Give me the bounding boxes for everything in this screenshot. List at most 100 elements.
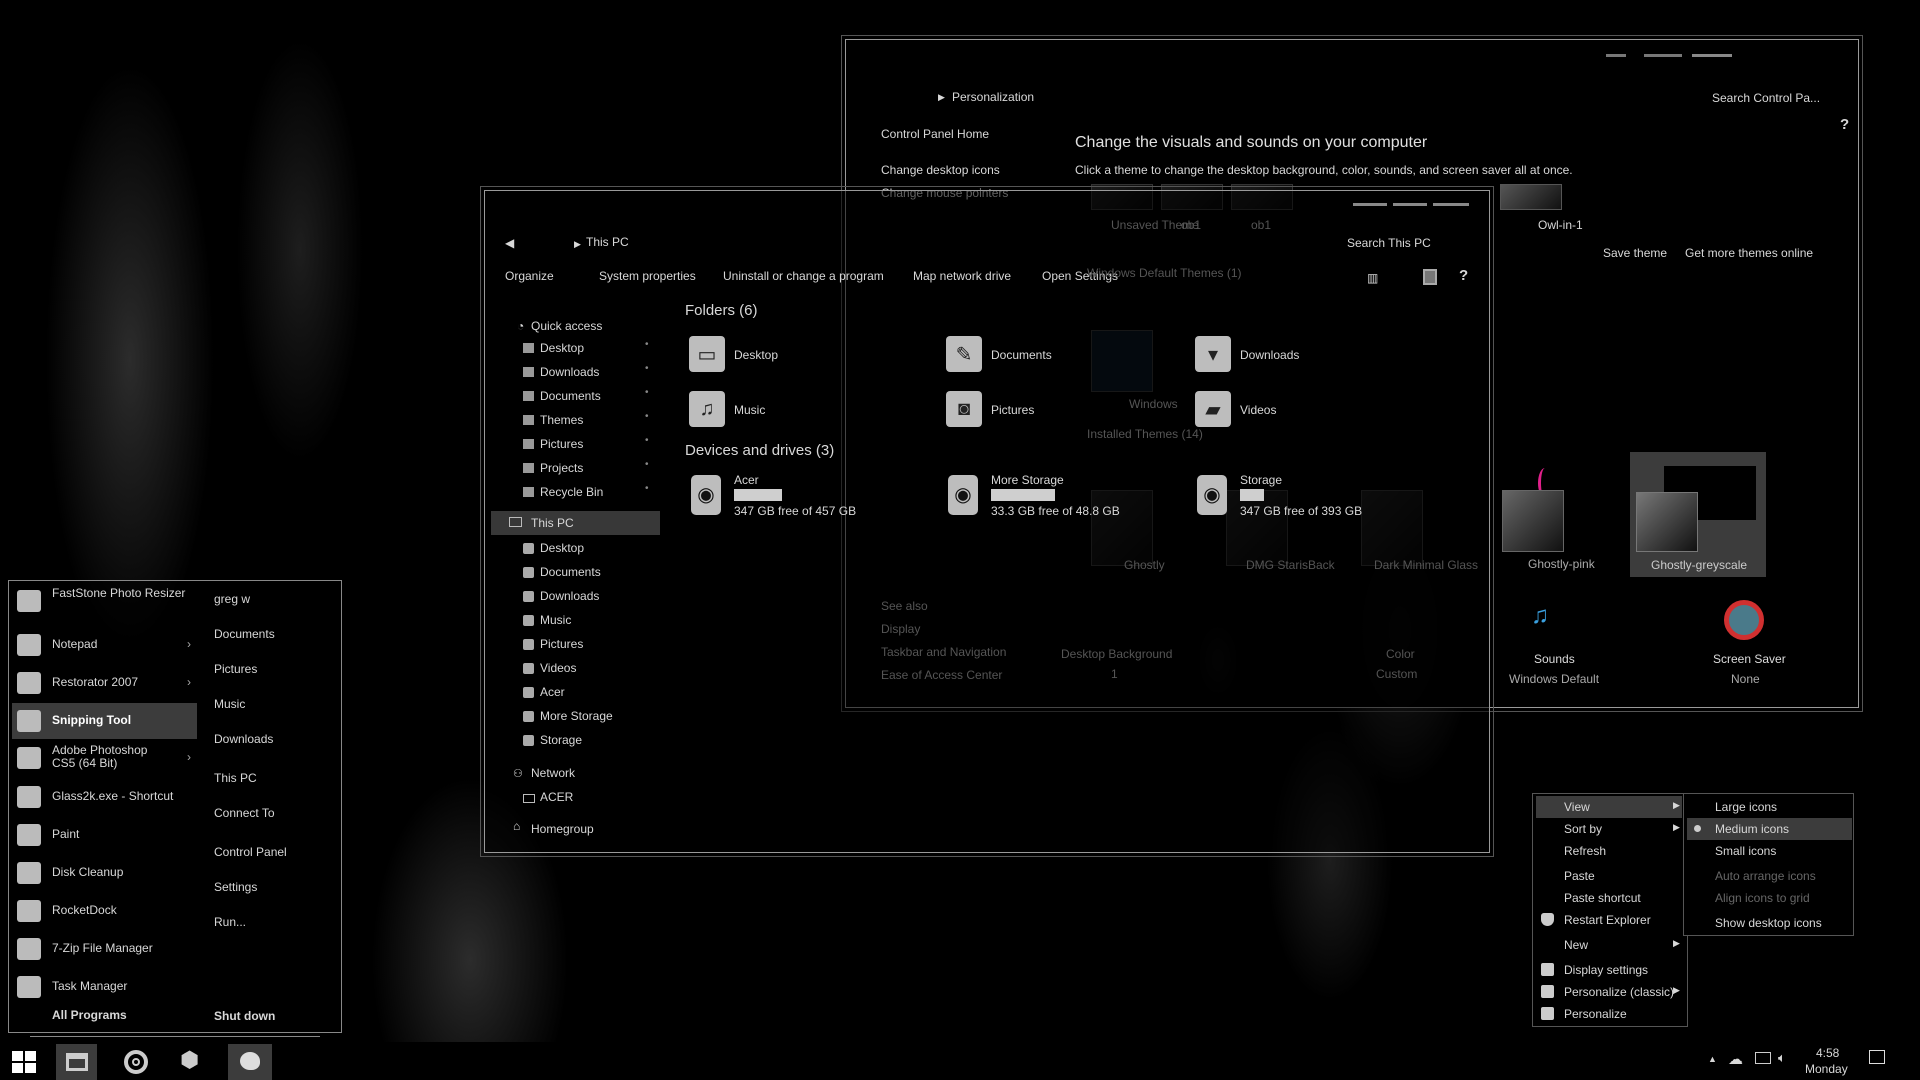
help-icon[interactable]: ? — [1459, 267, 1468, 284]
back-button[interactable]: ◀ — [505, 236, 514, 250]
nav-item[interactable]: Projects — [540, 461, 583, 475]
toolbar-button[interactable]: Open Settings — [1042, 269, 1118, 283]
nav-network[interactable]: Network — [531, 766, 575, 780]
view-details-icon[interactable]: ▥ — [1367, 271, 1378, 285]
program-item[interactable]: Snipping Tool — [52, 714, 192, 727]
context-menu-item[interactable]: New — [1564, 938, 1588, 952]
start-place-link[interactable]: Pictures — [214, 662, 257, 676]
all-programs-button[interactable]: All Programs — [52, 1008, 127, 1022]
pin-icon[interactable]: • — [645, 411, 649, 422]
nav-this-pc[interactable]: This PC — [531, 516, 574, 530]
program-item[interactable]: FastStone Photo Resizer — [52, 587, 192, 600]
toolbar-button[interactable]: Uninstall or change a program — [723, 269, 884, 283]
nav-homegroup[interactable]: Homegroup — [531, 822, 594, 836]
context-menu-item[interactable]: Refresh — [1564, 844, 1606, 858]
theme-thumbnail[interactable] — [1500, 184, 1562, 210]
start-place-link[interactable]: Connect To — [214, 806, 275, 820]
clock-time[interactable]: 4:58 — [1816, 1046, 1839, 1060]
setting-label[interactable]: Sounds — [1534, 652, 1575, 666]
start-place-link[interactable]: Downloads — [214, 732, 273, 746]
toolbar-button[interactable]: Organize — [505, 269, 554, 283]
preview-pane-icon[interactable] — [1423, 269, 1437, 285]
folder-item[interactable]: ▭ Desktop — [689, 336, 889, 376]
program-item[interactable]: Glass2k.exe - Shortcut — [52, 790, 192, 803]
nav-item[interactable]: More Storage — [540, 709, 613, 723]
nav-item[interactable]: Pictures — [540, 437, 583, 451]
nav-item[interactable]: Desktop — [540, 341, 584, 355]
submenu-arrow-icon[interactable]: › — [187, 750, 191, 764]
program-item[interactable]: RocketDock — [52, 904, 192, 917]
nav-item[interactable]: Desktop — [540, 541, 584, 555]
nav-item[interactable]: Acer — [540, 685, 565, 699]
hexagons-icon[interactable]: ⬢ — [180, 1049, 199, 1071]
nav-item[interactable]: Downloads — [540, 589, 599, 603]
breadcrumb[interactable]: Personalization — [952, 90, 1034, 104]
nav-quick-access[interactable]: Quick access — [531, 319, 602, 333]
sidebar-link[interactable]: Change desktop icons — [881, 163, 1000, 177]
program-item[interactable]: Disk Cleanup — [52, 866, 192, 879]
search-input[interactable]: Search Control Pa... — [1712, 91, 1820, 105]
network-icon[interactable] — [1755, 1052, 1771, 1064]
nav-item[interactable]: Documents — [540, 565, 601, 579]
pin-icon[interactable]: • — [645, 363, 649, 374]
setting-label[interactable]: Screen Saver — [1713, 652, 1786, 666]
onedrive-icon[interactable]: ☁ — [1728, 1050, 1743, 1068]
program-item[interactable]: 7-Zip File Manager — [52, 942, 192, 955]
nav-item[interactable]: Downloads — [540, 365, 599, 379]
clock-day[interactable]: Monday — [1805, 1062, 1848, 1076]
submenu-item[interactable]: Medium icons — [1715, 822, 1789, 836]
pin-icon[interactable]: • — [645, 483, 649, 494]
breadcrumb[interactable]: This PC — [586, 235, 629, 249]
get-more-themes-link[interactable]: Get more themes online — [1685, 246, 1813, 260]
pin-icon[interactable]: • — [645, 387, 649, 398]
notifications-icon[interactable] — [1869, 1050, 1885, 1064]
nav-item[interactable]: Documents — [540, 389, 601, 403]
submenu-arrow-icon[interactable]: › — [187, 675, 191, 689]
personalize-button[interactable] — [228, 1044, 272, 1080]
start-place-link[interactable]: Control Panel — [214, 845, 287, 859]
sidebar-link[interactable]: Control Panel Home — [881, 127, 989, 141]
nav-item[interactable]: Videos — [540, 661, 576, 675]
show-hidden-icon[interactable]: ▲ — [1708, 1054, 1717, 1064]
nav-item[interactable]: Recycle Bin — [540, 485, 603, 499]
submenu-item[interactable]: Show desktop icons — [1715, 916, 1822, 930]
start-place-link[interactable]: This PC — [214, 771, 257, 785]
folder-item[interactable]: ✎ Documents — [946, 336, 1146, 376]
toolbar-button[interactable]: Map network drive — [913, 269, 1011, 283]
program-item[interactable]: Task Manager — [52, 980, 192, 993]
context-menu-item[interactable]: Personalize (classic) — [1564, 985, 1674, 999]
shutdown-button[interactable]: Shut down — [214, 1009, 275, 1023]
pin-icon[interactable]: • — [645, 459, 649, 470]
submenu-arrow-icon[interactable]: › — [187, 637, 191, 651]
context-menu-item[interactable]: Restart Explorer — [1564, 913, 1651, 927]
window-caption-buttons[interactable] — [1353, 203, 1483, 206]
submenu-item[interactable]: Small icons — [1715, 844, 1776, 858]
program-item[interactable]: Restorator 2007 — [52, 676, 152, 689]
program-item[interactable]: Notepad — [52, 638, 152, 651]
search-input[interactable]: Search This PC — [1347, 236, 1431, 250]
context-menu-item[interactable]: Personalize — [1564, 1007, 1627, 1021]
submenu-item[interactable]: Large icons — [1715, 800, 1777, 814]
start-place-link[interactable]: greg w — [214, 592, 250, 606]
file-explorer-button[interactable] — [56, 1044, 97, 1080]
start-place-link[interactable]: Run... — [214, 915, 246, 929]
folder-item[interactable]: ▾ Downloads — [1195, 336, 1395, 376]
context-menu-item[interactable]: Sort by — [1564, 822, 1602, 836]
folder-item[interactable]: ◙ Pictures — [946, 391, 1146, 431]
save-theme-link[interactable]: Save theme — [1603, 246, 1667, 260]
nav-item[interactable]: Storage — [540, 733, 582, 747]
window-caption-buttons[interactable] — [1566, 54, 1846, 57]
help-icon[interactable]: ? — [1840, 116, 1849, 133]
toolbar-button[interactable]: System properties — [599, 269, 696, 283]
start-place-link[interactable]: Settings — [214, 880, 257, 894]
chrome-icon[interactable] — [124, 1050, 148, 1074]
context-menu-item[interactable]: Paste — [1564, 869, 1595, 883]
program-item[interactable]: Paint — [52, 828, 192, 841]
pin-icon[interactable]: • — [645, 435, 649, 446]
drive-item[interactable]: ◉ Storage 347 GB free of 393 GB — [1195, 473, 1425, 519]
theme-ghostly-pink[interactable]: Ghostly-pink — [1500, 468, 1616, 573]
start-icon[interactable] — [12, 1051, 36, 1073]
folder-item[interactable]: ♫ Music — [689, 391, 889, 431]
nav-item[interactable]: Themes — [540, 413, 583, 427]
folder-item[interactable]: ▰ Videos — [1195, 391, 1395, 431]
